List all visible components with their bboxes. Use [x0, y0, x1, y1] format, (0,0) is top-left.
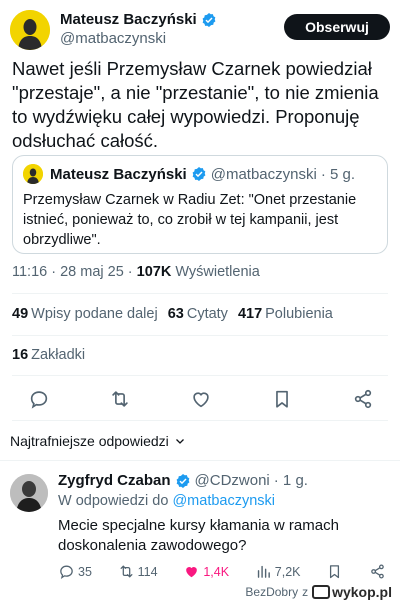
reply-icon — [60, 565, 73, 579]
quote-author-handle: @matbaczynski — [210, 165, 317, 183]
reply-like-button[interactable]: 1,4K — [183, 563, 229, 580]
avatar[interactable] — [10, 10, 50, 50]
watermark-site: wykop.pl — [332, 584, 392, 600]
reply-replies-count: 35 — [78, 564, 92, 579]
reply-retweet-button[interactable]: 114 — [118, 563, 158, 580]
like-icon[interactable] — [190, 388, 212, 410]
reply-retweets-count: 114 — [137, 564, 158, 579]
reply-icon[interactable] — [28, 388, 50, 410]
follow-button[interactable]: Obserwuj — [284, 14, 390, 40]
timestamp-row: 11:16 · 28 maj 25 · 107K Wyświetlenia — [12, 264, 260, 280]
author-handle[interactable]: @matbaczynski — [60, 29, 217, 49]
bookmark-icon — [330, 565, 340, 579]
watermark-user: BezDobry — [245, 585, 299, 599]
divider — [12, 293, 388, 294]
bookmarks-stat[interactable]: 16 Zakładki — [12, 347, 85, 363]
quote-text: Przemysław Czarnek w Radiu Zet: "Onet pr… — [23, 192, 357, 248]
wykop-logo: wykop.pl — [312, 584, 392, 600]
quote-author-name: Mateusz Baczyński — [50, 165, 187, 183]
tweet-header: Mateusz Baczyński @matbaczynski Obserwuj — [10, 8, 390, 52]
reply-text: Mecie specjalne kursy kłamania w ramach … — [58, 517, 339, 554]
reply-share-button[interactable] — [369, 563, 386, 580]
replies-sort-dropdown[interactable]: Najtrafniejsze odpowiedzi — [10, 433, 186, 449]
engagement-stats: 49 Wpisy podane dalej 63 Cytaty 417 Polubie… — [12, 306, 343, 322]
bookmark-icon[interactable] — [271, 388, 293, 410]
divider — [12, 420, 388, 421]
verified-badge-icon — [192, 167, 206, 181]
quotes-stat[interactable]: 63 Cytaty — [168, 306, 228, 322]
wykop-logo-icon — [312, 585, 331, 599]
timestamp[interactable]: 11:16 · 28 maj 25 · — [12, 264, 133, 280]
quoted-tweet[interactable]: Mateusz Baczyński @matbaczynski · 5 g. P… — [12, 155, 388, 254]
reply-views-count: 7,2K — [274, 564, 301, 579]
person-avatar-icon — [10, 474, 48, 512]
views-chart-icon — [257, 565, 270, 578]
reply-to-prefix: W odpowiedzi do — [58, 493, 169, 509]
verified-badge-icon — [176, 473, 189, 488]
reply-author-name[interactable]: Zygfryd Czaban — [58, 472, 171, 489]
retweet-icon[interactable] — [109, 388, 131, 410]
replies-sort-label: Najtrafniejsze odpowiedzi — [10, 433, 169, 449]
author-name[interactable]: Mateusz Baczyński — [60, 11, 197, 29]
reply-bookmark-button[interactable] — [326, 563, 343, 580]
views-count: 107K — [136, 264, 172, 280]
reposts-stat[interactable]: 49 Wpisy podane dalej — [12, 306, 158, 322]
reply-views-button[interactable]: 7,2K — [255, 563, 301, 580]
reply-to-mention[interactable]: @matbaczynski — [172, 493, 275, 509]
wykop-watermark: BezDobry z wykop.pl — [245, 584, 392, 600]
quote-time: · 5 g. — [320, 165, 356, 183]
divider — [12, 335, 388, 336]
quote-avatar — [23, 164, 43, 184]
reply-avatar[interactable] — [10, 474, 48, 512]
reply-context: W odpowiedzi do @matbaczynski — [58, 493, 275, 509]
reply-action-bar: 35 114 1,4K 7,2K — [58, 563, 386, 580]
share-icon — [371, 564, 384, 579]
tweet-text: Nawet jeśli Przemysław Czarnek powiedzia… — [12, 58, 379, 151]
share-icon[interactable] — [352, 388, 374, 410]
reply-author-handle[interactable]: @CDzwoni — [195, 472, 270, 489]
chevron-down-icon — [175, 439, 184, 444]
reply-likes-count: 1,4K — [203, 564, 230, 579]
reply-time: · 1 g. — [273, 472, 308, 489]
watermark-prefix: z — [302, 585, 309, 599]
reply-reply-button[interactable]: 35 — [58, 563, 92, 580]
divider — [12, 375, 388, 376]
retweet-icon — [120, 565, 133, 578]
action-bar — [28, 388, 374, 410]
like-filled-icon — [186, 567, 198, 578]
divider — [0, 460, 400, 461]
person-avatar-icon — [23, 164, 43, 184]
verified-badge-icon — [202, 13, 216, 27]
views-label: Wyświetlenia — [175, 264, 260, 280]
person-avatar-icon — [10, 10, 50, 50]
likes-stat[interactable]: 417 Polubienia — [238, 306, 333, 322]
